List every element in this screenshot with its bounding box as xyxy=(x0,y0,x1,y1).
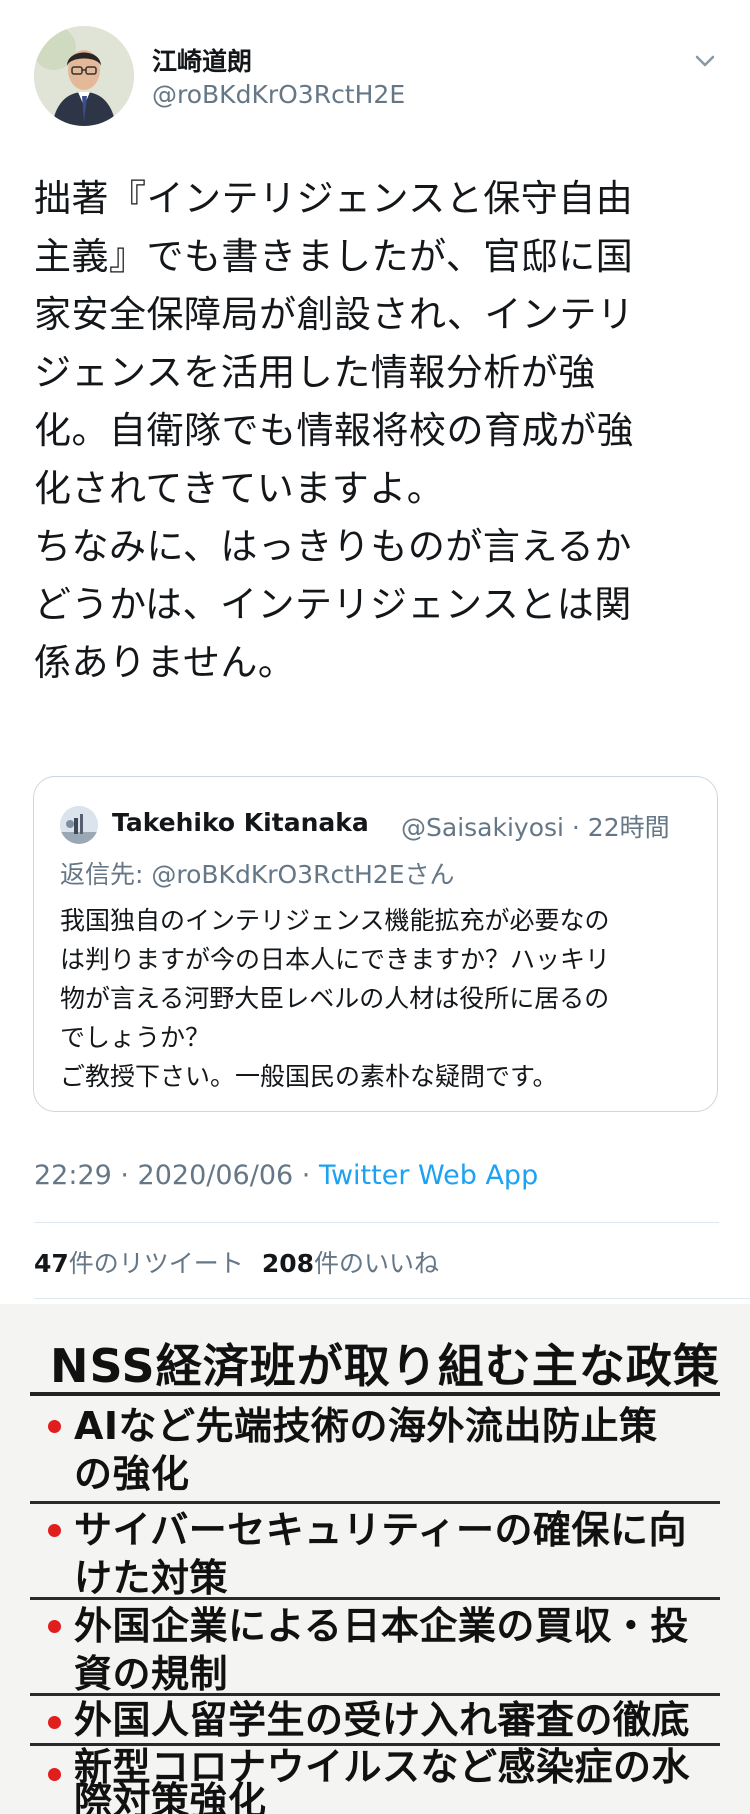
avatar-photo xyxy=(34,26,134,126)
retweets-stat[interactable]: 47件のリツイート xyxy=(34,1249,244,1278)
policy-item: サイバーセキュリティーの確保に向 けた対策 xyxy=(30,1504,720,1600)
policy-item: 新型コロナウイルスなど感染症の水 際対策強化 xyxy=(30,1746,720,1814)
likes-label: 件のいいね xyxy=(314,1249,440,1278)
likes-stat[interactable]: 208件のいいね xyxy=(262,1249,439,1278)
tweet-line: 家安全保障局が創設され、インテリ xyxy=(34,293,635,336)
quoted-handle-time: @Saisakiyosi · 22時間 xyxy=(401,813,670,842)
policy-line: 外国企業による日本企業の買収・投 xyxy=(74,1604,689,1648)
infographic-title-bar: NSS経済班が取り組む主な政策 xyxy=(30,1322,720,1396)
tweet-line: ジェンスを活用した情報分析が強 xyxy=(34,351,596,394)
tweet-stats: 47件のリツイート 208件のいいね xyxy=(34,1244,439,1280)
reply-handle[interactable]: @roBKdKrO3RctH2Eさん xyxy=(151,860,454,889)
policy-line: 外国人留学生の受け入れ審査の徹底 xyxy=(74,1698,691,1742)
policy-item-text: サイバーセキュリティーの確保に向 けた対策 xyxy=(74,1506,687,1602)
divider xyxy=(34,1222,719,1223)
infographic-title: NSS経済班が取り組む主な政策 xyxy=(50,1339,720,1393)
bullet-icon xyxy=(48,1620,61,1633)
tweet-meta: 22:29 · 2020/06/06 · Twitter Web App xyxy=(34,1160,538,1191)
author-avatar[interactable] xyxy=(34,26,134,126)
quoted-text: 我国独自のインテリジェンス機能拡充が必要なの は判りますが今の日本人にできますか… xyxy=(60,901,700,1096)
policy-line: の強化 xyxy=(74,1452,190,1496)
quoted-tweet[interactable]: Takehiko Kitanaka @Saisakiyosi · 22時間 返信… xyxy=(33,776,718,1112)
policy-infographic: NSS経済班が取り組む主な政策 AIなど先端技術の海外流出防止策 の強化 サイバ… xyxy=(0,1304,750,1814)
bullet-icon xyxy=(48,1716,61,1729)
tweet-line: 係ありません。 xyxy=(34,641,296,684)
bullet-icon xyxy=(48,1420,61,1433)
quoted-line: 物が言える河野大臣レベルの人材は役所に居るの xyxy=(60,984,610,1013)
tweet-line: 拙著『インテリジェンスと保守自由 xyxy=(34,177,634,220)
policy-item-text: 新型コロナウイルスなど感染症の水 際対策強化 xyxy=(74,1748,690,1814)
timestamp[interactable]: 22:29 · 2020/06/06 · xyxy=(34,1160,319,1191)
policy-item: 外国人留学生の受け入れ審査の徹底 xyxy=(30,1696,720,1746)
policy-line: サイバーセキュリティーの確保に向 xyxy=(74,1508,687,1552)
policy-line: けた対策 xyxy=(74,1556,229,1600)
policy-item-text: 外国人留学生の受け入れ審査の徹底 xyxy=(74,1696,690,1744)
quoted-line: でしょうか？ xyxy=(60,1023,211,1052)
tweet-header: 江崎道朗 @roBKdKrO3RctH2E xyxy=(0,0,750,150)
policy-item: AIなど先端技術の海外流出防止策 の強化 xyxy=(30,1398,720,1504)
quoted-line: は判りますが今の日本人にできますか？ハッキリ xyxy=(60,945,611,974)
tweet-line: 主義』でも書きましたが、官邸に国 xyxy=(34,235,634,278)
reply-to: 返信先: @roBKdKrO3RctH2Eさん xyxy=(60,855,455,891)
bullet-icon xyxy=(48,1768,61,1781)
tweet-line: ちなみに、はっきりものが言えるか xyxy=(34,525,632,568)
policy-item: 外国企業による日本企業の買収・投 資の規制 xyxy=(30,1600,720,1696)
tweet-line: 化。自衛隊でも情報将校の育成が強 xyxy=(34,409,634,452)
tweet-line: どうかは、インテリジェンスとは関 xyxy=(34,583,632,626)
quoted-line: ご教授下さい。一般国民の素朴な疑問です。 xyxy=(60,1062,558,1091)
source-app-link[interactable]: Twitter Web App xyxy=(319,1160,538,1191)
bullet-icon xyxy=(48,1524,61,1537)
reply-prefix: 返信先: xyxy=(60,860,152,889)
policy-item-text: AIなど先端技術の海外流出防止策 の強化 xyxy=(74,1402,658,1498)
chevron-down-icon[interactable] xyxy=(690,46,720,76)
likes-count: 208 xyxy=(261,1249,314,1278)
retweets-count: 47 xyxy=(34,1249,69,1278)
tweet-line: 化されてきていますよ。 xyxy=(34,467,445,510)
policy-item-text: 外国企業による日本企業の買収・投 資の規制 xyxy=(74,1602,689,1698)
quoted-line: 我国独自のインテリジェンス機能拡充が必要なの xyxy=(60,906,610,935)
author-name[interactable]: 江崎道朗 xyxy=(152,42,252,78)
retweets-label: 件のリツイート xyxy=(68,1249,244,1278)
author-handle[interactable]: @roBKdKrO3RctH2E xyxy=(152,80,405,109)
quoted-author-name: Takehiko Kitanaka xyxy=(112,808,369,837)
policy-line: 資の規制 xyxy=(74,1652,229,1696)
divider xyxy=(34,1298,750,1299)
tweet-text: 拙著『インテリジェンスと保守自由 主義』でも書きましたが、官邸に国 家安全保障局… xyxy=(34,170,724,692)
quote-avatar-photo xyxy=(60,806,98,844)
policy-line: AIなど先端技術の海外流出防止策 xyxy=(74,1404,658,1448)
quoted-author-avatar xyxy=(60,806,98,844)
